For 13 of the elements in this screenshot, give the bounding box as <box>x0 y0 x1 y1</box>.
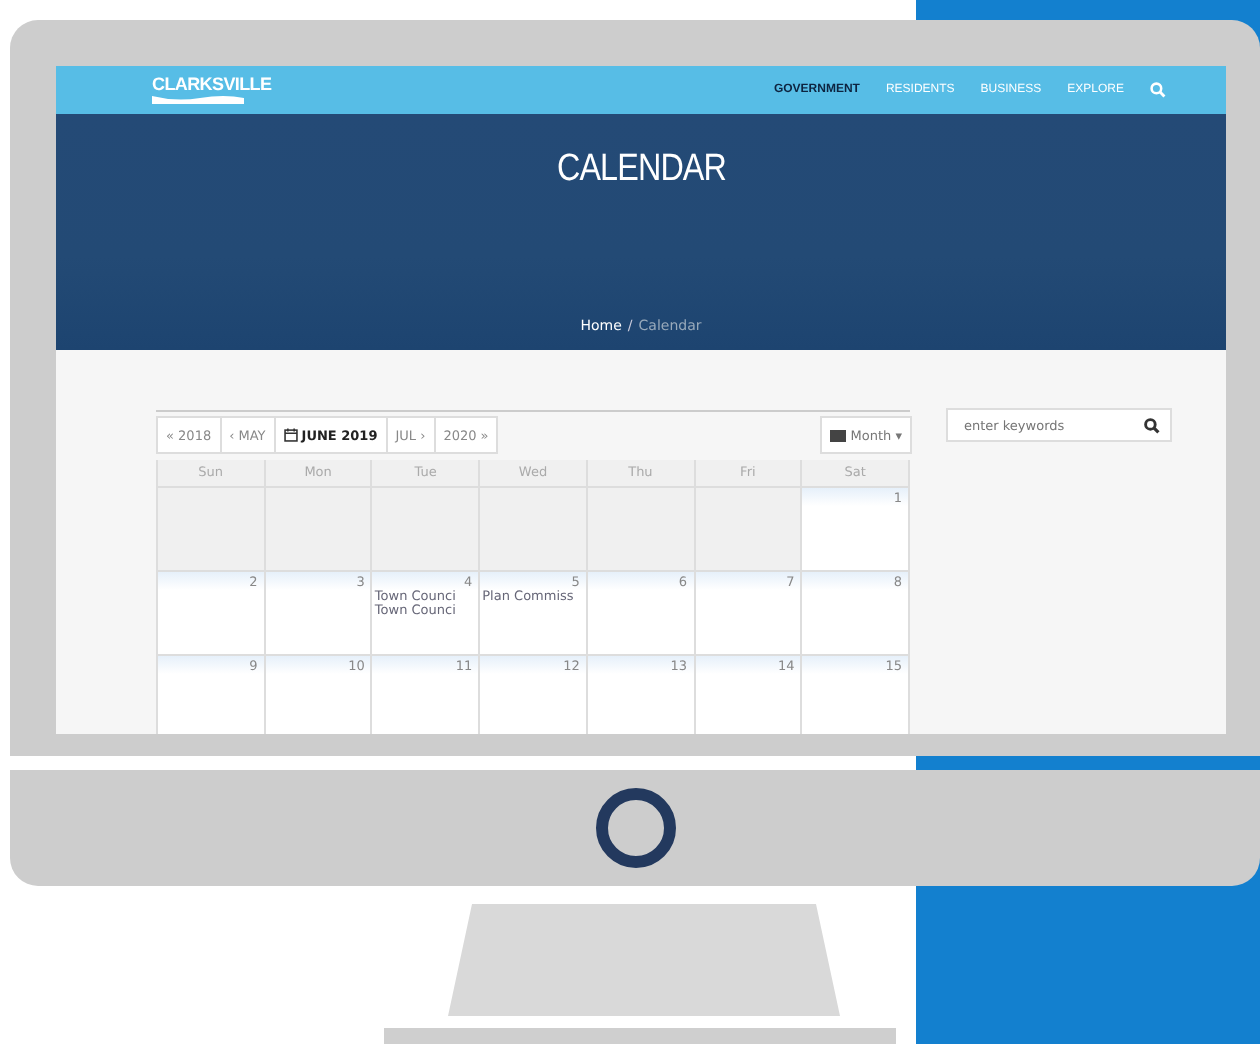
calendar-icon <box>283 428 298 442</box>
page-title: CALENDAR <box>556 148 726 192</box>
site-logo[interactable]: CLARKSVILLE <box>152 76 272 94</box>
search-icon[interactable] <box>1144 417 1160 433</box>
day-cell[interactable] <box>480 488 588 572</box>
logo-wave-icon <box>152 94 244 104</box>
day-cell[interactable] <box>587 488 696 572</box>
grid-icon <box>830 429 847 441</box>
day-cell[interactable] <box>265 488 373 572</box>
day-cell[interactable] <box>372 488 481 572</box>
day-cell[interactable] <box>695 488 803 572</box>
day-cell[interactable] <box>158 488 266 572</box>
ring-icon <box>593 786 677 870</box>
